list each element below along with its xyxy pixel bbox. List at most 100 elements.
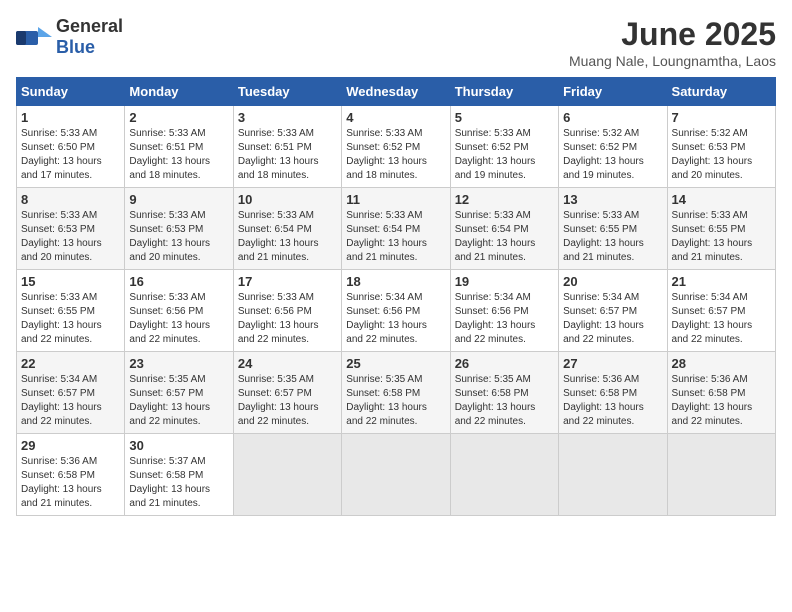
- day-number: 4: [346, 110, 445, 125]
- calendar-cell: 3 Sunrise: 5:33 AM Sunset: 6:51 PM Dayli…: [233, 106, 341, 188]
- day-detail: Sunrise: 5:33 AM Sunset: 6:54 PM Dayligh…: [238, 209, 337, 265]
- day-detail: Sunrise: 5:33 AM Sunset: 6:51 PM Dayligh…: [129, 127, 228, 183]
- calendar-cell: 29 Sunrise: 5:36 AM Sunset: 6:58 PM Dayl…: [17, 434, 125, 516]
- day-detail: Sunrise: 5:35 AM Sunset: 6:58 PM Dayligh…: [346, 373, 445, 429]
- calendar-cell: 8 Sunrise: 5:33 AM Sunset: 6:53 PM Dayli…: [17, 188, 125, 270]
- calendar-cell: 6 Sunrise: 5:32 AM Sunset: 6:52 PM Dayli…: [559, 106, 667, 188]
- weekday-header-thursday: Thursday: [450, 78, 558, 106]
- day-detail: Sunrise: 5:33 AM Sunset: 6:55 PM Dayligh…: [21, 291, 120, 347]
- day-detail: Sunrise: 5:37 AM Sunset: 6:58 PM Dayligh…: [129, 455, 228, 511]
- day-number: 8: [21, 192, 120, 207]
- day-detail: Sunrise: 5:36 AM Sunset: 6:58 PM Dayligh…: [672, 373, 771, 429]
- day-detail: Sunrise: 5:34 AM Sunset: 6:56 PM Dayligh…: [346, 291, 445, 347]
- day-number: 15: [21, 274, 120, 289]
- day-number: 12: [455, 192, 554, 207]
- day-number: 18: [346, 274, 445, 289]
- day-detail: Sunrise: 5:34 AM Sunset: 6:57 PM Dayligh…: [21, 373, 120, 429]
- calendar-week-row: 22 Sunrise: 5:34 AM Sunset: 6:57 PM Dayl…: [17, 352, 776, 434]
- weekday-header-tuesday: Tuesday: [233, 78, 341, 106]
- day-detail: Sunrise: 5:33 AM Sunset: 6:50 PM Dayligh…: [21, 127, 120, 183]
- day-detail: Sunrise: 5:34 AM Sunset: 6:57 PM Dayligh…: [672, 291, 771, 347]
- calendar-cell: 30 Sunrise: 5:37 AM Sunset: 6:58 PM Dayl…: [125, 434, 233, 516]
- day-detail: Sunrise: 5:33 AM Sunset: 6:55 PM Dayligh…: [672, 209, 771, 265]
- day-number: 17: [238, 274, 337, 289]
- day-detail: Sunrise: 5:33 AM Sunset: 6:53 PM Dayligh…: [21, 209, 120, 265]
- day-detail: Sunrise: 5:33 AM Sunset: 6:51 PM Dayligh…: [238, 127, 337, 183]
- day-detail: Sunrise: 5:34 AM Sunset: 6:56 PM Dayligh…: [455, 291, 554, 347]
- weekday-header-sunday: Sunday: [17, 78, 125, 106]
- calendar-cell: 10 Sunrise: 5:33 AM Sunset: 6:54 PM Dayl…: [233, 188, 341, 270]
- day-detail: Sunrise: 5:35 AM Sunset: 6:57 PM Dayligh…: [238, 373, 337, 429]
- calendar-week-row: 29 Sunrise: 5:36 AM Sunset: 6:58 PM Dayl…: [17, 434, 776, 516]
- calendar-cell: [667, 434, 775, 516]
- calendar-cell: 28 Sunrise: 5:36 AM Sunset: 6:58 PM Dayl…: [667, 352, 775, 434]
- calendar-cell: [342, 434, 450, 516]
- weekday-header-monday: Monday: [125, 78, 233, 106]
- calendar-cell: 21 Sunrise: 5:34 AM Sunset: 6:57 PM Dayl…: [667, 270, 775, 352]
- day-number: 1: [21, 110, 120, 125]
- day-detail: Sunrise: 5:32 AM Sunset: 6:53 PM Dayligh…: [672, 127, 771, 183]
- weekday-header-saturday: Saturday: [667, 78, 775, 106]
- day-number: 9: [129, 192, 228, 207]
- calendar-cell: 25 Sunrise: 5:35 AM Sunset: 6:58 PM Dayl…: [342, 352, 450, 434]
- calendar-week-row: 1 Sunrise: 5:33 AM Sunset: 6:50 PM Dayli…: [17, 106, 776, 188]
- day-number: 21: [672, 274, 771, 289]
- calendar-subtitle: Muang Nale, Loungnamtha, Laos: [569, 53, 776, 69]
- day-detail: Sunrise: 5:36 AM Sunset: 6:58 PM Dayligh…: [563, 373, 662, 429]
- calendar-cell: 5 Sunrise: 5:33 AM Sunset: 6:52 PM Dayli…: [450, 106, 558, 188]
- day-number: 11: [346, 192, 445, 207]
- calendar-cell: 20 Sunrise: 5:34 AM Sunset: 6:57 PM Dayl…: [559, 270, 667, 352]
- calendar-cell: 26 Sunrise: 5:35 AM Sunset: 6:58 PM Dayl…: [450, 352, 558, 434]
- logo-blue-text: Blue: [56, 37, 95, 57]
- day-number: 2: [129, 110, 228, 125]
- day-number: 13: [563, 192, 662, 207]
- day-detail: Sunrise: 5:33 AM Sunset: 6:56 PM Dayligh…: [129, 291, 228, 347]
- day-number: 27: [563, 356, 662, 371]
- calendar-cell: 2 Sunrise: 5:33 AM Sunset: 6:51 PM Dayli…: [125, 106, 233, 188]
- day-number: 25: [346, 356, 445, 371]
- day-number: 10: [238, 192, 337, 207]
- calendar-cell: 14 Sunrise: 5:33 AM Sunset: 6:55 PM Dayl…: [667, 188, 775, 270]
- day-number: 23: [129, 356, 228, 371]
- calendar-cell: 17 Sunrise: 5:33 AM Sunset: 6:56 PM Dayl…: [233, 270, 341, 352]
- calendar-week-row: 8 Sunrise: 5:33 AM Sunset: 6:53 PM Dayli…: [17, 188, 776, 270]
- day-detail: Sunrise: 5:35 AM Sunset: 6:58 PM Dayligh…: [455, 373, 554, 429]
- calendar-cell: 13 Sunrise: 5:33 AM Sunset: 6:55 PM Dayl…: [559, 188, 667, 270]
- day-number: 16: [129, 274, 228, 289]
- calendar-cell: 23 Sunrise: 5:35 AM Sunset: 6:57 PM Dayl…: [125, 352, 233, 434]
- calendar-cell: 15 Sunrise: 5:33 AM Sunset: 6:55 PM Dayl…: [17, 270, 125, 352]
- calendar-cell: 11 Sunrise: 5:33 AM Sunset: 6:54 PM Dayl…: [342, 188, 450, 270]
- calendar-cell: 9 Sunrise: 5:33 AM Sunset: 6:53 PM Dayli…: [125, 188, 233, 270]
- calendar-cell: 12 Sunrise: 5:33 AM Sunset: 6:54 PM Dayl…: [450, 188, 558, 270]
- day-number: 24: [238, 356, 337, 371]
- day-detail: Sunrise: 5:33 AM Sunset: 6:56 PM Dayligh…: [238, 291, 337, 347]
- day-detail: Sunrise: 5:33 AM Sunset: 6:53 PM Dayligh…: [129, 209, 228, 265]
- day-number: 6: [563, 110, 662, 125]
- calendar-week-row: 15 Sunrise: 5:33 AM Sunset: 6:55 PM Dayl…: [17, 270, 776, 352]
- calendar-table: SundayMondayTuesdayWednesdayThursdayFrid…: [16, 77, 776, 516]
- weekday-header-friday: Friday: [559, 78, 667, 106]
- day-number: 29: [21, 438, 120, 453]
- calendar-cell: 4 Sunrise: 5:33 AM Sunset: 6:52 PM Dayli…: [342, 106, 450, 188]
- day-detail: Sunrise: 5:33 AM Sunset: 6:52 PM Dayligh…: [346, 127, 445, 183]
- calendar-cell: 7 Sunrise: 5:32 AM Sunset: 6:53 PM Dayli…: [667, 106, 775, 188]
- day-detail: Sunrise: 5:33 AM Sunset: 6:55 PM Dayligh…: [563, 209, 662, 265]
- logo-general-text: General: [56, 16, 123, 36]
- title-area: June 2025 Muang Nale, Loungnamtha, Laos: [569, 16, 776, 69]
- weekday-header-wednesday: Wednesday: [342, 78, 450, 106]
- day-detail: Sunrise: 5:34 AM Sunset: 6:57 PM Dayligh…: [563, 291, 662, 347]
- calendar-cell: [559, 434, 667, 516]
- header: General Blue June 2025 Muang Nale, Loung…: [16, 16, 776, 69]
- day-number: 28: [672, 356, 771, 371]
- calendar-cell: 16 Sunrise: 5:33 AM Sunset: 6:56 PM Dayl…: [125, 270, 233, 352]
- day-detail: Sunrise: 5:33 AM Sunset: 6:52 PM Dayligh…: [455, 127, 554, 183]
- day-number: 19: [455, 274, 554, 289]
- day-number: 14: [672, 192, 771, 207]
- day-detail: Sunrise: 5:33 AM Sunset: 6:54 PM Dayligh…: [346, 209, 445, 265]
- calendar-cell: 24 Sunrise: 5:35 AM Sunset: 6:57 PM Dayl…: [233, 352, 341, 434]
- calendar-cell: [233, 434, 341, 516]
- calendar-title: June 2025: [569, 16, 776, 53]
- logo-icon: [16, 23, 52, 51]
- calendar-cell: 27 Sunrise: 5:36 AM Sunset: 6:58 PM Dayl…: [559, 352, 667, 434]
- day-detail: Sunrise: 5:32 AM Sunset: 6:52 PM Dayligh…: [563, 127, 662, 183]
